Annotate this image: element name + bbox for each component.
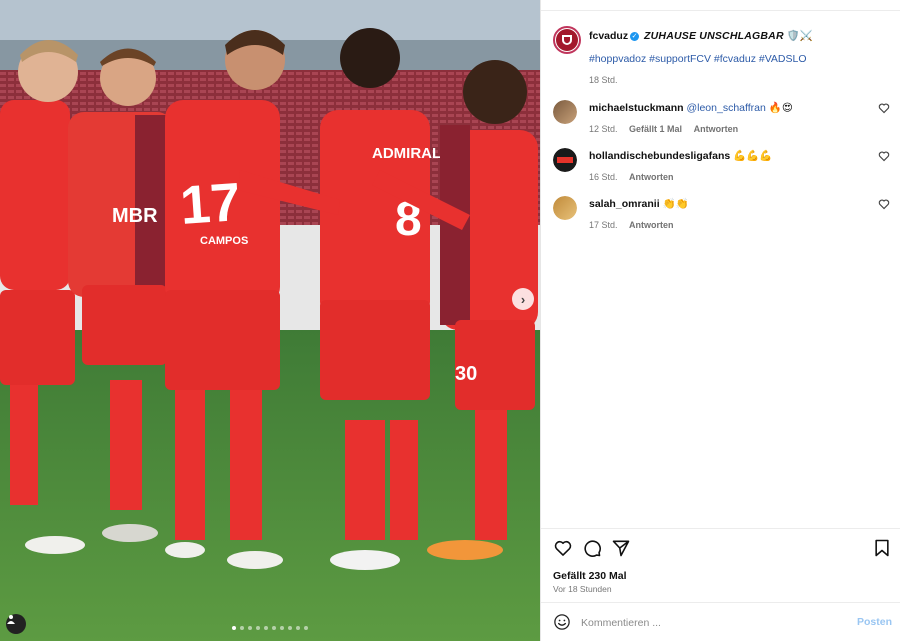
reply-button[interactable]: Antworten <box>694 124 739 134</box>
avatar[interactable] <box>553 196 577 220</box>
carousel-dot <box>256 626 260 630</box>
avatar[interactable] <box>553 148 577 172</box>
carousel-dot <box>304 626 308 630</box>
bookmark-icon[interactable] <box>872 538 892 558</box>
comment-text: 👏👏 <box>659 198 689 210</box>
carousel-dot <box>232 626 236 630</box>
reply-button[interactable]: Antworten <box>629 172 674 182</box>
share-icon[interactable] <box>611 538 631 558</box>
comment-mention[interactable]: @leon_schaffran <box>686 102 765 114</box>
comment-input[interactable] <box>581 612 831 634</box>
jersey-sponsor-right: ADMIRAL <box>372 145 441 162</box>
post-actions-bar <box>553 538 892 560</box>
divider <box>541 602 900 603</box>
team-celebration-image: MBR 17 CAMPOS ADMIRAL 8 30 <box>0 0 540 641</box>
jersey-number-left: 17 <box>178 172 242 236</box>
user-tag-icon <box>7 615 15 624</box>
divider <box>541 10 900 11</box>
carousel-indicator <box>232 626 308 630</box>
carousel-dot <box>272 626 276 630</box>
carousel-dot <box>296 626 300 630</box>
comment-username[interactable]: hollandischebundesligafans <box>589 150 730 162</box>
user-tag-button[interactable] <box>6 614 26 634</box>
comment-time: 12 Std. <box>589 124 618 134</box>
jersey-sponsor-left: MBR <box>112 205 158 227</box>
caption-emojis: 🛡️⚔️ <box>786 30 813 42</box>
chevron-right-icon: › <box>520 291 526 307</box>
comment-username[interactable]: michaelstuckmann <box>589 102 684 114</box>
emoji-icon[interactable] <box>553 613 571 631</box>
verified-icon: ✓ <box>630 31 640 41</box>
heart-icon[interactable] <box>553 538 573 558</box>
comment-text: 🔥😍 <box>765 102 793 114</box>
jersey-number-short: 30 <box>455 363 477 385</box>
heart-icon[interactable] <box>878 102 890 114</box>
carousel-dot <box>280 626 284 630</box>
post-detail-panel: fcvaduz ✓ ZUHAUSE UNSCHLAGBAR 🛡️⚔️ #hoppv… <box>540 0 900 641</box>
comment-list: fcvaduz ✓ ZUHAUSE UNSCHLAGBAR 🛡️⚔️ #hoppv… <box>541 14 900 534</box>
divider <box>541 528 900 529</box>
comment-username[interactable]: salah_omranii <box>589 198 660 210</box>
carousel-dot <box>240 626 244 630</box>
comment-likes-link[interactable]: Gefällt 1 Mal <box>629 124 682 134</box>
post-comment-button[interactable]: Posten <box>857 616 892 628</box>
comment-text: 💪💪💪 <box>730 150 773 162</box>
club-crest-icon <box>562 35 572 45</box>
jersey-name-left: CAMPOS <box>200 235 248 247</box>
caption-hashtags[interactable]: #hoppvadoz #supportFCV #fcvaduz #VADSLO <box>589 51 868 68</box>
carousel-next-button[interactable]: › <box>512 288 534 310</box>
carousel-dot <box>264 626 268 630</box>
caption-text: ZUHAUSE UNSCHLAGBAR <box>644 30 784 42</box>
caption-time: 18 Std. <box>589 75 618 85</box>
carousel-dot <box>248 626 252 630</box>
add-comment-bar: Posten <box>553 612 892 634</box>
reply-button[interactable]: Antworten <box>629 220 674 230</box>
avatar[interactable] <box>553 26 581 54</box>
comment-time: 17 Std. <box>589 220 618 230</box>
post-photo[interactable]: MBR 17 CAMPOS ADMIRAL 8 30 › <box>0 0 540 641</box>
comment-item: hollandischebundesligafans 💪💪💪 16 Std. A… <box>553 148 890 188</box>
post-timestamp: Vor 18 Stunden <box>553 584 612 594</box>
post-caption: fcvaduz ✓ ZUHAUSE UNSCHLAGBAR 🛡️⚔️ #hoppv… <box>553 26 890 106</box>
heart-icon[interactable] <box>878 150 890 162</box>
comment-item: salah_omranii 👏👏 17 Std. Antworten <box>553 196 890 236</box>
comment-item: michaelstuckmann @leon_schaffran 🔥😍 12 S… <box>553 100 890 140</box>
carousel-dot <box>288 626 292 630</box>
comment-time: 16 Std. <box>589 172 618 182</box>
comment-icon[interactable] <box>582 538 602 558</box>
caption-username[interactable]: fcvaduz <box>589 30 628 42</box>
avatar-logo-icon <box>557 157 573 163</box>
avatar[interactable] <box>553 100 577 124</box>
like-count[interactable]: Gefällt 230 Mal <box>553 570 627 582</box>
heart-icon[interactable] <box>878 198 890 210</box>
